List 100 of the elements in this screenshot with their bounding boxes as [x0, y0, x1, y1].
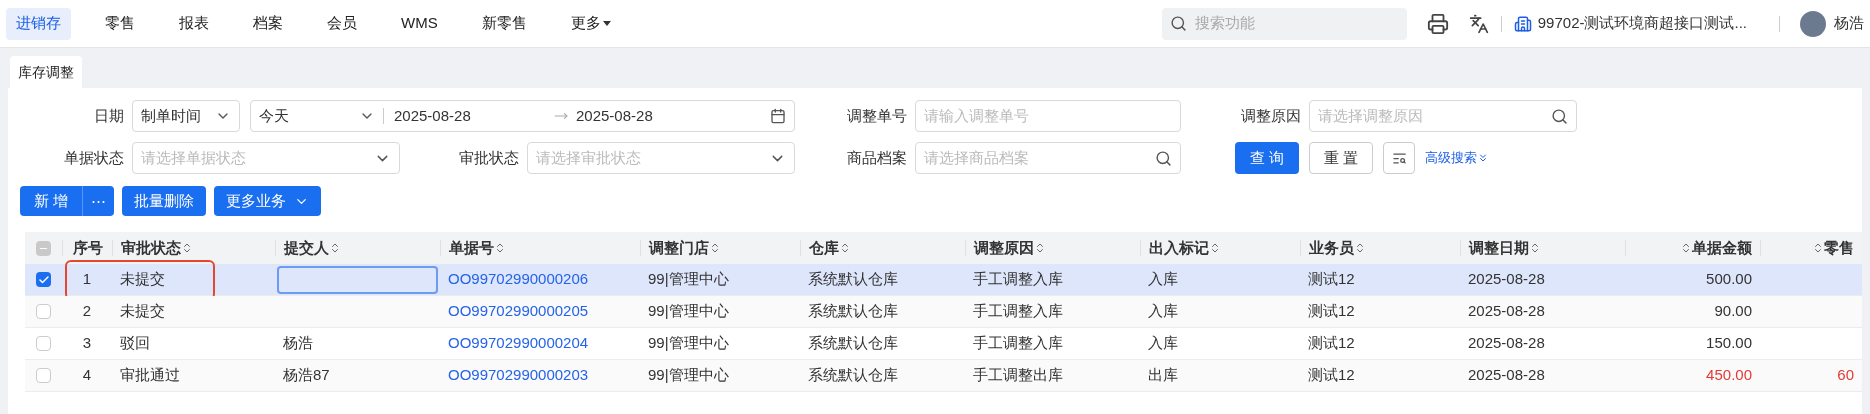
table-cell-text: 99|管理中心 — [648, 269, 729, 290]
table-cell-text: 驳回 — [120, 333, 150, 354]
translate-icon[interactable] — [1468, 13, 1489, 34]
table-cell-text: 60 — [1837, 365, 1854, 386]
table-cell-text: 系统默认仓库 — [808, 269, 898, 290]
avatar[interactable] — [1800, 10, 1826, 37]
column-header[interactable]: 调整原因 — [974, 236, 1046, 260]
row-checkbox[interactable] — [36, 336, 51, 351]
sort-icon — [494, 242, 506, 254]
table-row[interactable]: 2 未提交 OO99702990000205 99|管理中心 系统默认仓库 手工调整入库 入库 测试12 2025-08-28 90.00 — [25, 296, 1862, 328]
document-link[interactable]: OO99702990000205 — [448, 300, 589, 323]
table-cell-text: 手工调整入库 — [973, 269, 1063, 290]
check-icon — [37, 273, 50, 286]
add-button[interactable]: 新 增 — [20, 186, 84, 216]
table-cell-text: 审批通过 — [120, 365, 180, 386]
building-icon — [1513, 14, 1532, 33]
table-cell-text: 测试12 — [1308, 269, 1355, 290]
nav-tab[interactable]: 报表 — [169, 7, 219, 40]
table-cell-text: 系统默认仓库 — [808, 333, 898, 354]
nav-tab[interactable]: 零售 — [95, 7, 145, 40]
table-cell-text: 99|管理中心 — [648, 333, 729, 354]
search-icon — [1155, 149, 1172, 167]
table-cell-text: 入库 — [1148, 301, 1178, 322]
table-cell-text: 99|管理中心 — [648, 301, 729, 322]
sort-icon — [1034, 242, 1046, 254]
table-cell-text: 2025-08-28 — [1468, 301, 1545, 322]
table-cell-text: 未提交 — [120, 269, 165, 290]
more-business-button[interactable]: 更多业务 — [214, 186, 322, 216]
table-cell-text: 2025-08-28 — [1468, 333, 1545, 354]
printer-icon[interactable] — [1426, 12, 1449, 35]
more-options-button[interactable]: ⋯ — [83, 186, 115, 216]
table-cell-text: 150.00 — [1706, 333, 1752, 354]
table-cell-text: 450.00 — [1706, 365, 1752, 386]
column-header[interactable]: 单据金额 — [1680, 236, 1752, 260]
row-checkbox[interactable] — [36, 368, 51, 383]
sort-icon — [1812, 242, 1824, 254]
calendar-icon — [770, 108, 786, 124]
table-cell-text: 测试12 — [1308, 333, 1355, 354]
field-label: 调整单号 — [847, 105, 907, 126]
table-cell-text: 出库 — [1148, 365, 1178, 386]
table-cell-text: 2 — [82, 301, 92, 322]
nav-tab[interactable]: 档案 — [243, 7, 293, 40]
table-cell-text: 系统默认仓库 — [808, 365, 898, 386]
column-header[interactable]: 序号 — [72, 236, 103, 260]
table-cell-text: 杨浩87 — [283, 365, 330, 386]
table-cell-text: 手工调整入库 — [973, 301, 1063, 322]
table-cell-text: 99|管理中心 — [648, 365, 729, 386]
table-cell-text: 2025-08-28 — [1468, 269, 1545, 290]
row-checkbox[interactable] — [36, 272, 51, 287]
document-link[interactable]: OO99702990000206 — [448, 268, 589, 291]
nav-tab[interactable]: 进销存 — [6, 7, 71, 40]
sort-icon — [1529, 242, 1541, 254]
double-chevron-icon — [1477, 152, 1489, 164]
document-link[interactable]: OO99702990000204 — [448, 332, 589, 355]
table-cell-text: 入库 — [1148, 333, 1178, 354]
table-cell-text: 手工调整入库 — [973, 333, 1063, 354]
table-cell-text: 杨浩 — [283, 333, 313, 354]
field-label: 调整原因 — [1241, 105, 1301, 126]
column-header[interactable]: 单据号 — [449, 236, 506, 260]
nav-tab[interactable]: 会员 — [317, 7, 367, 40]
date-range-field[interactable]: 今天 2025-08-28 2025-08-28 — [250, 100, 795, 132]
user-name[interactable]: 杨浩 — [1834, 12, 1870, 35]
input-field[interactable] — [277, 265, 438, 294]
column-header[interactable]: 提交人 — [284, 236, 341, 260]
sort-icon — [1680, 242, 1692, 254]
column-header[interactable]: 业务员 — [1309, 236, 1366, 260]
field-label: 审批状态 — [459, 147, 519, 168]
sort-icon — [329, 242, 341, 254]
list-search-icon — [1391, 150, 1407, 166]
table-cell-text: 入库 — [1148, 269, 1178, 290]
advanced-search-link[interactable]: 高级搜索 — [1425, 148, 1489, 168]
column-header[interactable]: 仓库 — [809, 236, 851, 260]
sort-icon — [709, 242, 721, 254]
table-cell-text: 90.00 — [1714, 301, 1752, 322]
filter-settings-button[interactable] — [1383, 142, 1415, 174]
table-cell-text: 2025-08-28 — [1468, 365, 1545, 386]
table-cell-text: 3 — [82, 333, 92, 354]
column-header[interactable]: 审批状态 — [121, 236, 193, 260]
table-cell-text: 测试12 — [1308, 365, 1355, 386]
page-tab[interactable]: 库存调整 — [10, 56, 82, 88]
sort-icon — [181, 242, 193, 254]
header-checkbox[interactable] — [36, 240, 51, 256]
reset-button[interactable]: 重 置 — [1309, 142, 1373, 174]
batch-delete-button[interactable]: 批量删除 — [122, 186, 207, 216]
search-icon — [1169, 15, 1187, 32]
column-header[interactable]: 调整门店 — [649, 236, 721, 260]
column-header[interactable]: 零售 — [1812, 236, 1854, 260]
field-label: 商品档案 — [847, 147, 907, 168]
row-checkbox[interactable] — [36, 304, 51, 319]
column-header[interactable]: 调整日期 — [1469, 236, 1541, 260]
document-link[interactable]: OO99702990000203 — [448, 364, 589, 387]
store-name[interactable]: 99702-测试环境商超接口测试... — [1537, 12, 1747, 35]
column-header[interactable]: 出入标记 — [1149, 236, 1221, 260]
select-field[interactable]: 制单时间 — [132, 100, 240, 132]
nav-tab[interactable]: WMS — [391, 7, 448, 40]
query-button[interactable]: 查 询 — [1235, 142, 1299, 174]
table-cell-text: 系统默认仓库 — [808, 301, 898, 322]
nav-tab[interactable]: 新零售 — [471, 7, 537, 40]
nav-tab[interactable]: 更多 — [560, 7, 621, 40]
table-row[interactable]: 4 审批通过 杨浩87 OO99702990000203 99|管理中心 系统默认仓库 手工调整出库 出库 测试12 2025-08-28 450.00 60 — [25, 360, 1862, 392]
